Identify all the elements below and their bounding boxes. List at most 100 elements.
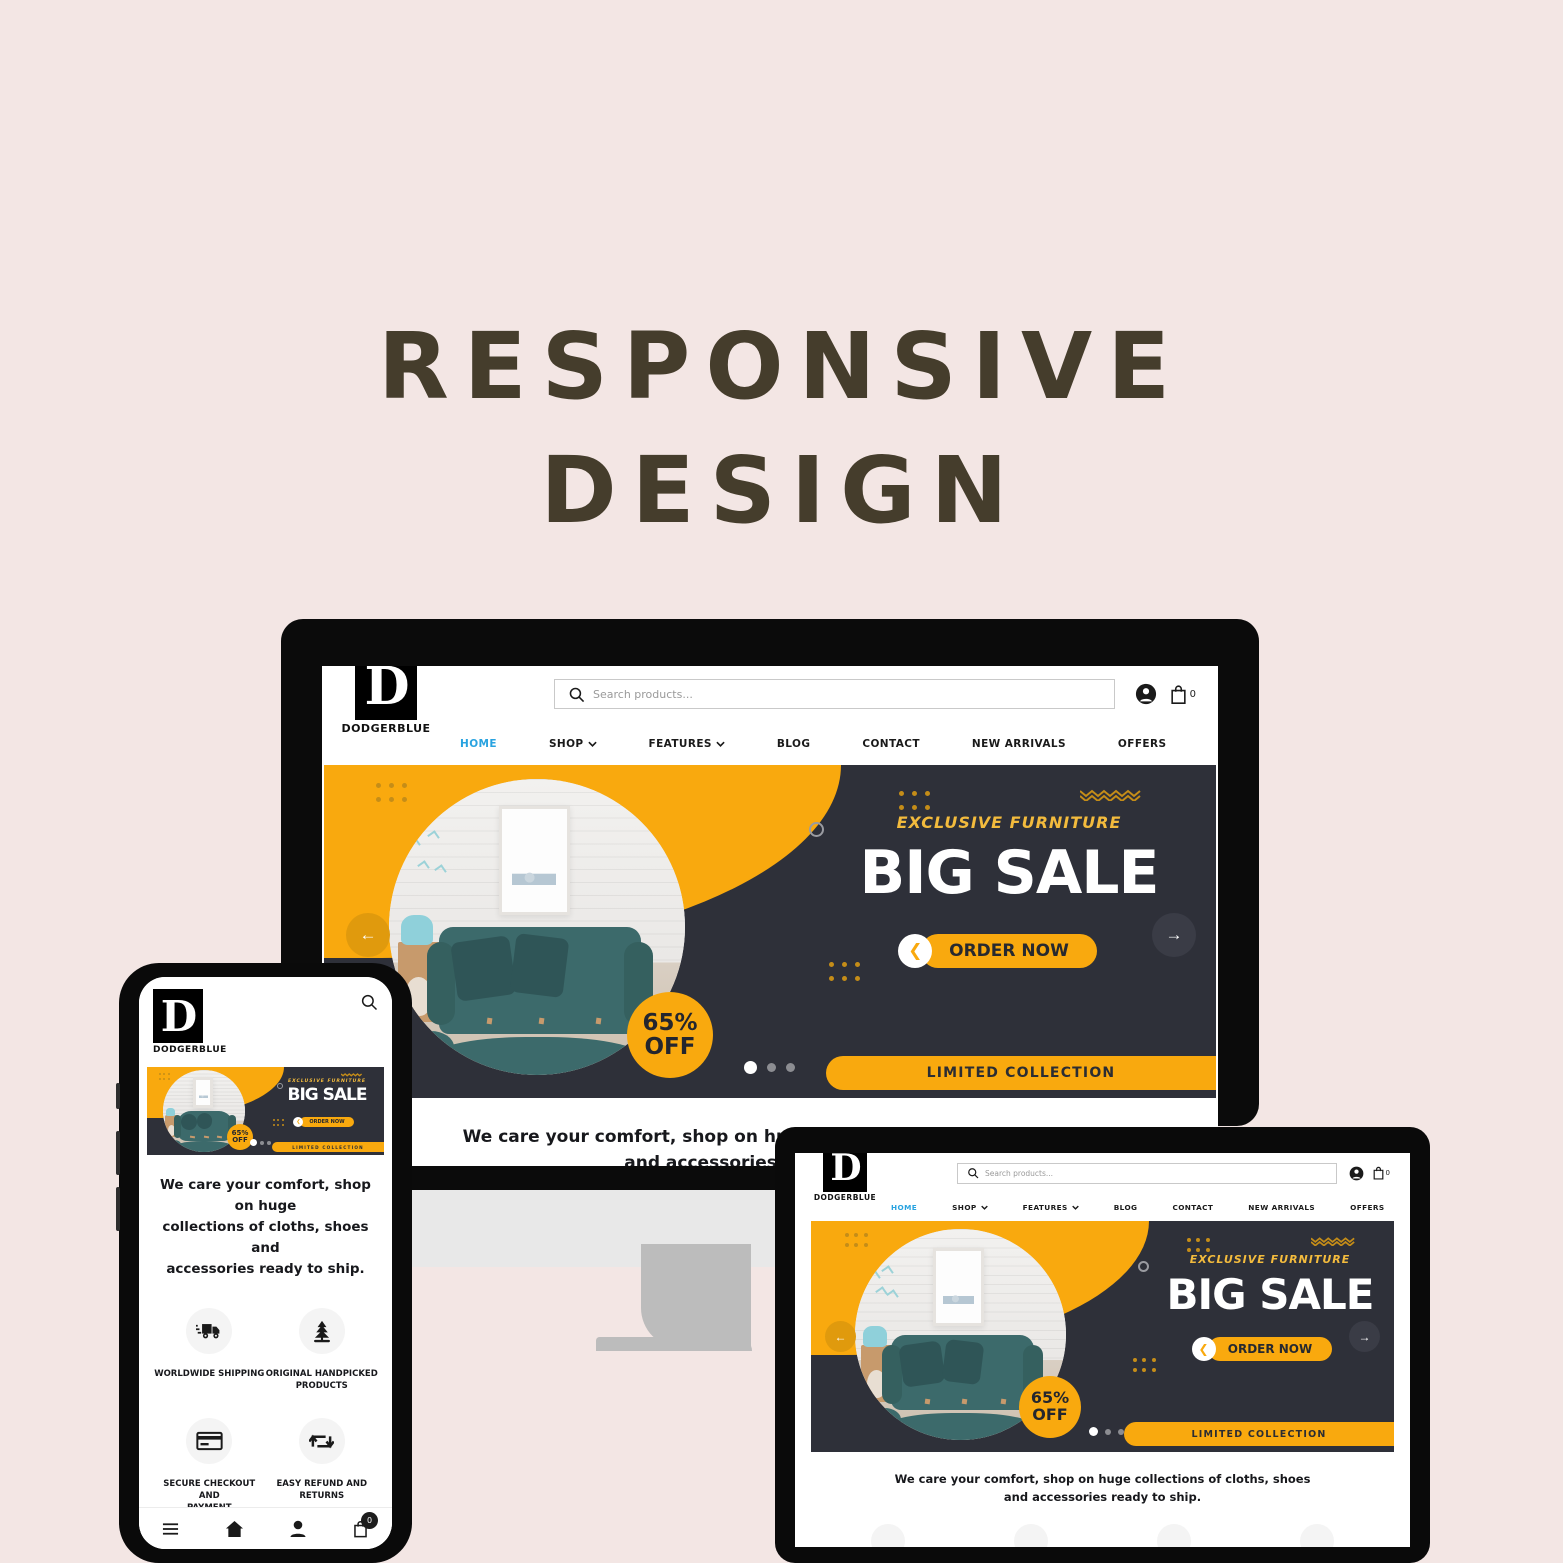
search-input[interactable]: Search products... (554, 679, 1115, 709)
nav-item-features[interactable]: FEATURES (1023, 1203, 1079, 1212)
mobile-site: D DODGERBLUE 65% OFF EXCLUSIVE FURNITURE… (139, 977, 392, 1549)
cart-button[interactable]: 0 (1372, 1166, 1390, 1180)
brand-logo[interactable]: D DODGERBLUE (811, 1153, 879, 1202)
brand-logo[interactable]: D DODGERBLUE (153, 989, 227, 1055)
chevron-left-icon: ❮ (1191, 1337, 1216, 1361)
chevron-down-icon (587, 741, 597, 747)
nav-item-features[interactable]: FEATURES (649, 738, 725, 750)
feature-item (1249, 1524, 1386, 1547)
decorative-zigzag (1080, 787, 1144, 801)
nav-item-shop[interactable]: SHOP (549, 738, 597, 750)
nav-item-blog[interactable]: BLOG (1114, 1203, 1138, 1212)
carousel-dot-2[interactable] (767, 1063, 776, 1072)
limited-collection-ribbon: LIMITED COLLECTION (272, 1142, 384, 1152)
nav-label: BLOG (1113, 1202, 1138, 1212)
carousel-dot-1[interactable] (250, 1139, 257, 1146)
desktop-header: D DODGERBLUE Search products... 0 HOME S… (322, 666, 1218, 765)
carousel-dots[interactable] (744, 1061, 795, 1074)
feature-label-line1: SECURE CHECKOUT AND (163, 1479, 256, 1501)
nav-item-offers[interactable]: OFFERS (1118, 738, 1167, 750)
hero-prev-button[interactable]: ← (346, 913, 390, 957)
carousel-dot-1[interactable] (744, 1061, 757, 1074)
carousel-dots[interactable] (250, 1139, 271, 1146)
hero-kicker: EXCLUSIVE FURNITURE (287, 1079, 367, 1084)
person-icon[interactable] (290, 1520, 306, 1538)
carousel-dot-2[interactable] (1105, 1428, 1111, 1435)
chevron-down-icon (1071, 1205, 1079, 1210)
hero-copy: EXCLUSIVE FURNITURE BIG SALE ❮ ORDER NOW (1141, 1253, 1394, 1361)
phone-mockup: D DODGERBLUE 65% OFF EXCLUSIVE FURNITURE… (116, 963, 412, 1563)
tablet-site: D DODGERBLUE Search products... 0 HOME S… (795, 1153, 1410, 1547)
phone-volume-up-button[interactable] (116, 1131, 120, 1175)
pine-tree-icon (1013, 1524, 1048, 1547)
carousel-dot-2[interactable] (260, 1140, 264, 1145)
delivery-truck-icon (870, 1524, 905, 1547)
feature-label-line1: ORIGINAL HANDPICKED (265, 1369, 378, 1379)
nav-label: NEW ARRIVALS (971, 737, 1066, 750)
search-placeholder: Search products... (593, 687, 693, 701)
order-now-button[interactable]: ❮ ORDER NOW (293, 1117, 354, 1127)
decorative-ring (809, 822, 824, 837)
phone-viewport: D DODGERBLUE 65% OFF EXCLUSIVE FURNITURE… (139, 977, 392, 1549)
feature-original-handpicked-products: ORIGINAL HANDPICKED PRODUCTS (266, 1308, 379, 1392)
feature-worldwide-shipping: WORLDWIDE SHIPPING (153, 1308, 266, 1392)
nav-item-new-arrivals[interactable]: NEW ARRIVALS (1248, 1203, 1315, 1212)
chevron-down-icon (980, 1205, 988, 1210)
feature-item (819, 1524, 956, 1547)
nav-label: SHOP (548, 737, 584, 750)
nav-item-offers[interactable]: OFFERS (1350, 1203, 1384, 1212)
logo-mark: D (823, 1153, 867, 1192)
phone-silent-switch[interactable] (116, 1083, 120, 1109)
order-now-label: ORDER NOW (949, 941, 1069, 961)
decorative-dot-grid (845, 1233, 869, 1249)
carousel-dot-1[interactable] (1089, 1427, 1098, 1436)
tagline-line1: We care your comfort, shop on huge colle… (894, 1472, 1311, 1486)
tablet-tagline: We care your comfort, shop on huge colle… (835, 1470, 1370, 1506)
hero-discount-badge: 65% OFF (1019, 1376, 1081, 1438)
carousel-dot-3[interactable] (786, 1063, 795, 1072)
logo-mark: D (153, 989, 203, 1043)
discount-off-label: OFF (1032, 1405, 1068, 1424)
nav-item-home[interactable]: HOME (460, 738, 497, 750)
account-icon[interactable] (1135, 683, 1157, 705)
nav-label: HOME (460, 737, 497, 750)
hero-carousel[interactable]: 65% OFF EXCLUSIVE FURNITURE BIG SALE ❮ O… (147, 1067, 384, 1155)
nav-item-shop[interactable]: SHOP (952, 1203, 988, 1212)
nav-item-contact[interactable]: CONTACT (862, 738, 920, 750)
nav-label: OFFERS (1350, 1202, 1385, 1212)
nav-item-home[interactable]: HOME (891, 1203, 917, 1212)
home-icon[interactable] (225, 1520, 244, 1538)
nav-item-contact[interactable]: CONTACT (1172, 1203, 1213, 1212)
search-placeholder: Search products... (985, 1168, 1054, 1178)
account-icon[interactable] (1349, 1166, 1364, 1181)
nav-item-new-arrivals[interactable]: NEW ARRIVALS (972, 738, 1066, 750)
search-input[interactable]: Search products... (957, 1162, 1337, 1184)
nav-label: SHOP (952, 1202, 977, 1212)
hero-prev-button[interactable]: ← (825, 1321, 856, 1352)
cart-button[interactable]: 0 (1169, 684, 1196, 705)
hero-discount-badge: 65% OFF (627, 992, 713, 1078)
hamburger-menu-icon[interactable] (162, 1522, 179, 1536)
shopping-bag-icon[interactable]: 0 (352, 1511, 378, 1538)
hero-carousel[interactable]: ← → 65% OFF EXCLUSIVE FURNITURE BIG SALE… (324, 765, 1216, 1098)
search-icon[interactable] (360, 993, 378, 1011)
order-now-button[interactable]: ❮ ORDER NOW (1191, 1337, 1333, 1361)
feature-item (1106, 1524, 1243, 1547)
brand-logo[interactable]: D DODGERBLUE (338, 666, 434, 735)
carousel-dot-3[interactable] (267, 1140, 271, 1145)
hero-kicker: EXCLUSIVE FURNITURE (896, 813, 1122, 832)
carousel-dots[interactable] (1089, 1427, 1124, 1436)
nav-item-blog[interactable]: BLOG (777, 738, 810, 750)
monitor-stand-base (596, 1337, 752, 1351)
hero-carousel[interactable]: ← → 65% OFF EXCLUSIVE FURNITURE BIG SALE… (811, 1221, 1394, 1452)
desktop-monitor-mockup: D DODGERBLUE Search products... 0 HOME S… (281, 619, 1259, 1166)
feature-item (962, 1524, 1099, 1547)
mobile-header: D DODGERBLUE (139, 977, 392, 1061)
hero-kicker: EXCLUSIVE FURNITURE (1189, 1253, 1351, 1266)
order-now-button[interactable]: ❮ ORDER NOW (898, 934, 1097, 968)
phone-volume-down-button[interactable] (116, 1187, 120, 1231)
hero-discount-badge: 65% OFF (227, 1124, 253, 1150)
decorative-zigzag (341, 1072, 363, 1078)
decorative-dot-grid (159, 1073, 170, 1081)
refund-arrows-icon (298, 1418, 345, 1464)
